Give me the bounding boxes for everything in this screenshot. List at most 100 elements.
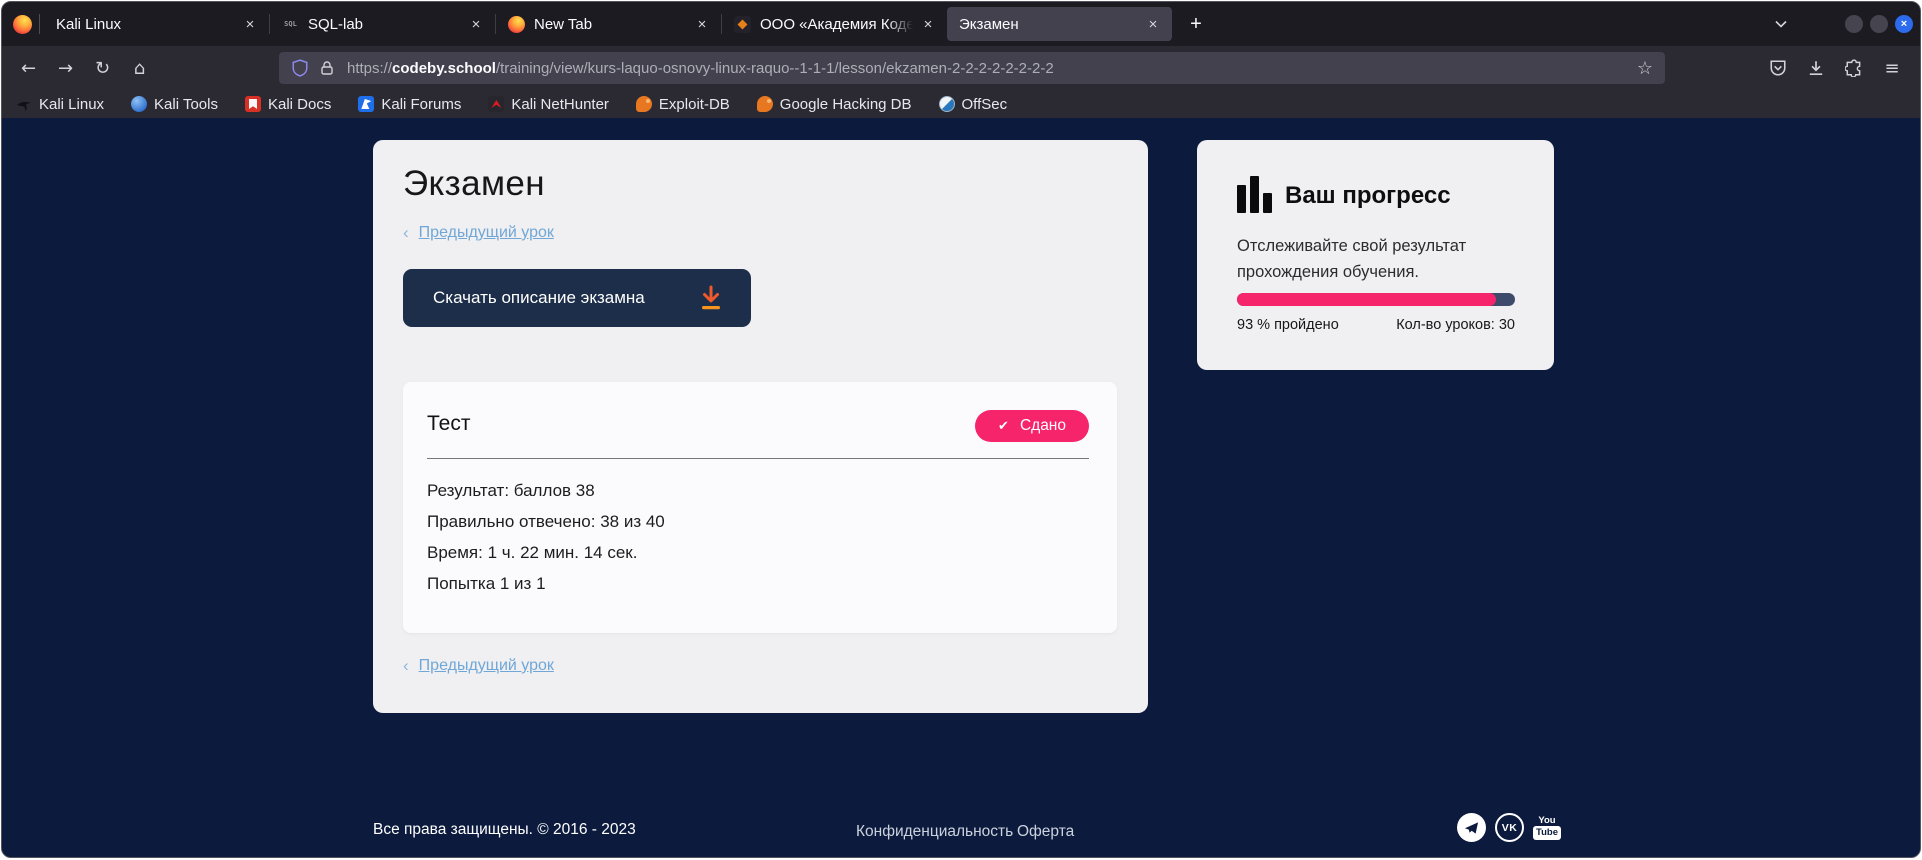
progress-bar-track	[1237, 293, 1515, 306]
test-results: Результат: баллов 38 Правильно отвечено:…	[427, 481, 665, 605]
reload-icon[interactable]: ↻	[84, 52, 121, 84]
previous-lesson-label[interactable]: Предыдущий урок	[419, 657, 554, 675]
tab-close-icon[interactable]: ×	[239, 13, 261, 35]
bookmark-label: Google Hacking DB	[780, 96, 912, 113]
check-icon: ✔	[998, 419, 1009, 434]
bookmark-label: Kali Docs	[268, 96, 331, 113]
vk-icon[interactable]: VK	[1495, 813, 1524, 842]
tab-new-tab[interactable]: New Tab ×	[496, 7, 721, 41]
tab-close-icon[interactable]: ×	[465, 13, 487, 35]
window-controls: ×	[1845, 15, 1913, 33]
menu-hamburger-icon[interactable]: ≡	[1876, 52, 1908, 84]
kali-forums-icon	[358, 96, 374, 112]
bookmark-star-icon[interactable]: ☆	[1637, 58, 1653, 79]
chevron-left-icon: ‹	[403, 223, 409, 243]
extensions-puzzle-icon[interactable]	[1838, 52, 1870, 84]
tab-close-icon[interactable]: ×	[691, 13, 713, 35]
kali-tools-icon	[131, 96, 147, 112]
exam-card: Экзамен ‹ Предыдущий урок Скачать описан…	[373, 140, 1148, 713]
maximize-button[interactable]	[1870, 15, 1888, 33]
forward-icon[interactable]: →	[47, 52, 84, 84]
back-icon[interactable]: ←	[10, 52, 47, 84]
tab-sql-lab[interactable]: SQL SQL-lab ×	[270, 7, 495, 41]
offsec-icon	[939, 96, 955, 112]
bookmark-kali-tools[interactable]: Kali Tools	[131, 96, 218, 113]
telegram-icon[interactable]	[1457, 813, 1486, 842]
bookmark-exploit-db[interactable]: Exploit-DB	[636, 96, 730, 113]
bookmark-kali-nethunter[interactable]: Kali NetHunter	[488, 96, 609, 113]
divider	[427, 458, 1089, 459]
tab-close-icon[interactable]: ×	[917, 13, 939, 35]
new-tab-button[interactable]: +	[1182, 10, 1210, 38]
kali-nethunter-icon	[488, 96, 504, 112]
navigation-toolbar: ← → ↻ ⌂ https://codeby.school/training/v…	[2, 46, 1920, 90]
test-title: Тест	[427, 412, 470, 436]
passed-status-badge: ✔ Сдано	[975, 410, 1089, 442]
bookmark-label: OffSec	[962, 96, 1008, 113]
youtube-icon[interactable]: You Tube	[1533, 816, 1561, 840]
previous-lesson-link-top[interactable]: ‹ Предыдущий урок	[403, 223, 554, 243]
badge-label: Сдано	[1020, 417, 1066, 435]
downloads-icon[interactable]	[1800, 52, 1832, 84]
tab-ekzamen-active[interactable]: Экзамен ×	[947, 7, 1172, 41]
download-exam-description-button[interactable]: Скачать описание экзамна	[403, 269, 751, 327]
home-icon[interactable]: ⌂	[121, 52, 158, 84]
exploit-db-bird-icon	[636, 96, 652, 112]
offer-link[interactable]: Оферта	[1017, 823, 1074, 841]
tab-academy-codeby[interactable]: ООО «Академия Кодеба ×	[722, 7, 947, 41]
tab-kali-linux[interactable]: Kali Linux ×	[44, 7, 269, 41]
bookmarks-bar: Kali Linux Kali Tools Kali Docs Kali For…	[2, 90, 1920, 118]
bookmark-kali-docs[interactable]: Kali Docs	[245, 96, 331, 113]
shield-icon[interactable]	[291, 59, 309, 77]
previous-lesson-link-bottom[interactable]: ‹ Предыдущий урок	[403, 656, 554, 676]
progress-title: Ваш прогресс	[1285, 182, 1451, 210]
tab-bar: Kali Linux × SQL SQL-lab × New Tab × ООО…	[2, 2, 1920, 46]
download-button-label: Скачать описание экзамна	[433, 288, 645, 308]
previous-lesson-label[interactable]: Предыдущий урок	[419, 224, 554, 242]
bookmark-offsec[interactable]: OffSec	[939, 96, 1008, 113]
bar-chart-icon	[1237, 176, 1273, 213]
bookmark-label: Kali NetHunter	[511, 96, 609, 113]
result-score-line: Результат: баллов 38	[427, 481, 665, 500]
progress-description: Отслеживайте свой результат прохождения …	[1237, 233, 1497, 285]
bookmark-label: Exploit-DB	[659, 96, 730, 113]
progress-card: Ваш прогресс Отслеживайте свой результат…	[1197, 140, 1554, 370]
browser-window: Kali Linux × SQL SQL-lab × New Tab × ООО…	[1, 1, 1921, 858]
progress-bar-fill	[1237, 293, 1496, 306]
toolbar-right-icons: ≡	[1762, 46, 1908, 90]
test-result-card: Тест ✔ Сдано Результат: баллов 38 Правил…	[403, 382, 1117, 633]
tab-title: ООО «Академия Кодеба	[760, 16, 913, 33]
progress-labels: 93 % пройдено Кол-во уроков: 30	[1237, 317, 1515, 333]
bookmark-kali-linux[interactable]: Kali Linux	[16, 96, 104, 113]
minimize-button[interactable]	[1845, 15, 1863, 33]
bookmark-kali-forums[interactable]: Kali Forums	[358, 96, 461, 113]
kali-dragon-icon	[16, 96, 32, 112]
tab-close-icon[interactable]: ×	[1142, 13, 1164, 35]
google-hacking-db-bird-icon	[757, 96, 773, 112]
result-attempt-line: Попытка 1 из 1	[427, 574, 665, 593]
copyright-text: Все права защищены. © 2016 - 2023	[373, 821, 636, 839]
tab-title: Экзамен	[959, 16, 1138, 33]
privacy-link[interactable]: Конфиденциальность	[856, 823, 1013, 841]
url-bar[interactable]: https://codeby.school/training/view/kurs…	[279, 52, 1665, 84]
codeby-favicon-icon	[734, 16, 751, 33]
sql-favicon-icon: SQL	[282, 16, 299, 33]
bookmark-label: Kali Linux	[39, 96, 104, 113]
lesson-count-label: Кол-во уроков: 30	[1396, 317, 1515, 333]
result-time-line: Время: 1 ч. 22 мин. 14 сек.	[427, 543, 665, 562]
page-title: Экзамен	[403, 164, 545, 204]
pocket-icon[interactable]	[1762, 52, 1794, 84]
page-content: Экзамен ‹ Предыдущий урок Скачать описан…	[2, 118, 1920, 858]
download-icon	[699, 285, 723, 311]
close-window-button[interactable]: ×	[1895, 15, 1913, 33]
nav-buttons: ← → ↻ ⌂	[10, 46, 158, 90]
titlebar-separator	[39, 14, 40, 34]
list-all-tabs-chevron-icon[interactable]	[1774, 17, 1788, 36]
bookmark-google-hacking-db[interactable]: Google Hacking DB	[757, 96, 912, 113]
percent-complete-label: 93 % пройдено	[1237, 317, 1339, 333]
firefox-favicon-icon	[508, 16, 525, 33]
bookmark-label: Kali Forums	[381, 96, 461, 113]
tab-title: SQL-lab	[308, 16, 461, 33]
lock-icon[interactable]	[319, 60, 335, 76]
firefox-app-icon	[13, 15, 32, 34]
